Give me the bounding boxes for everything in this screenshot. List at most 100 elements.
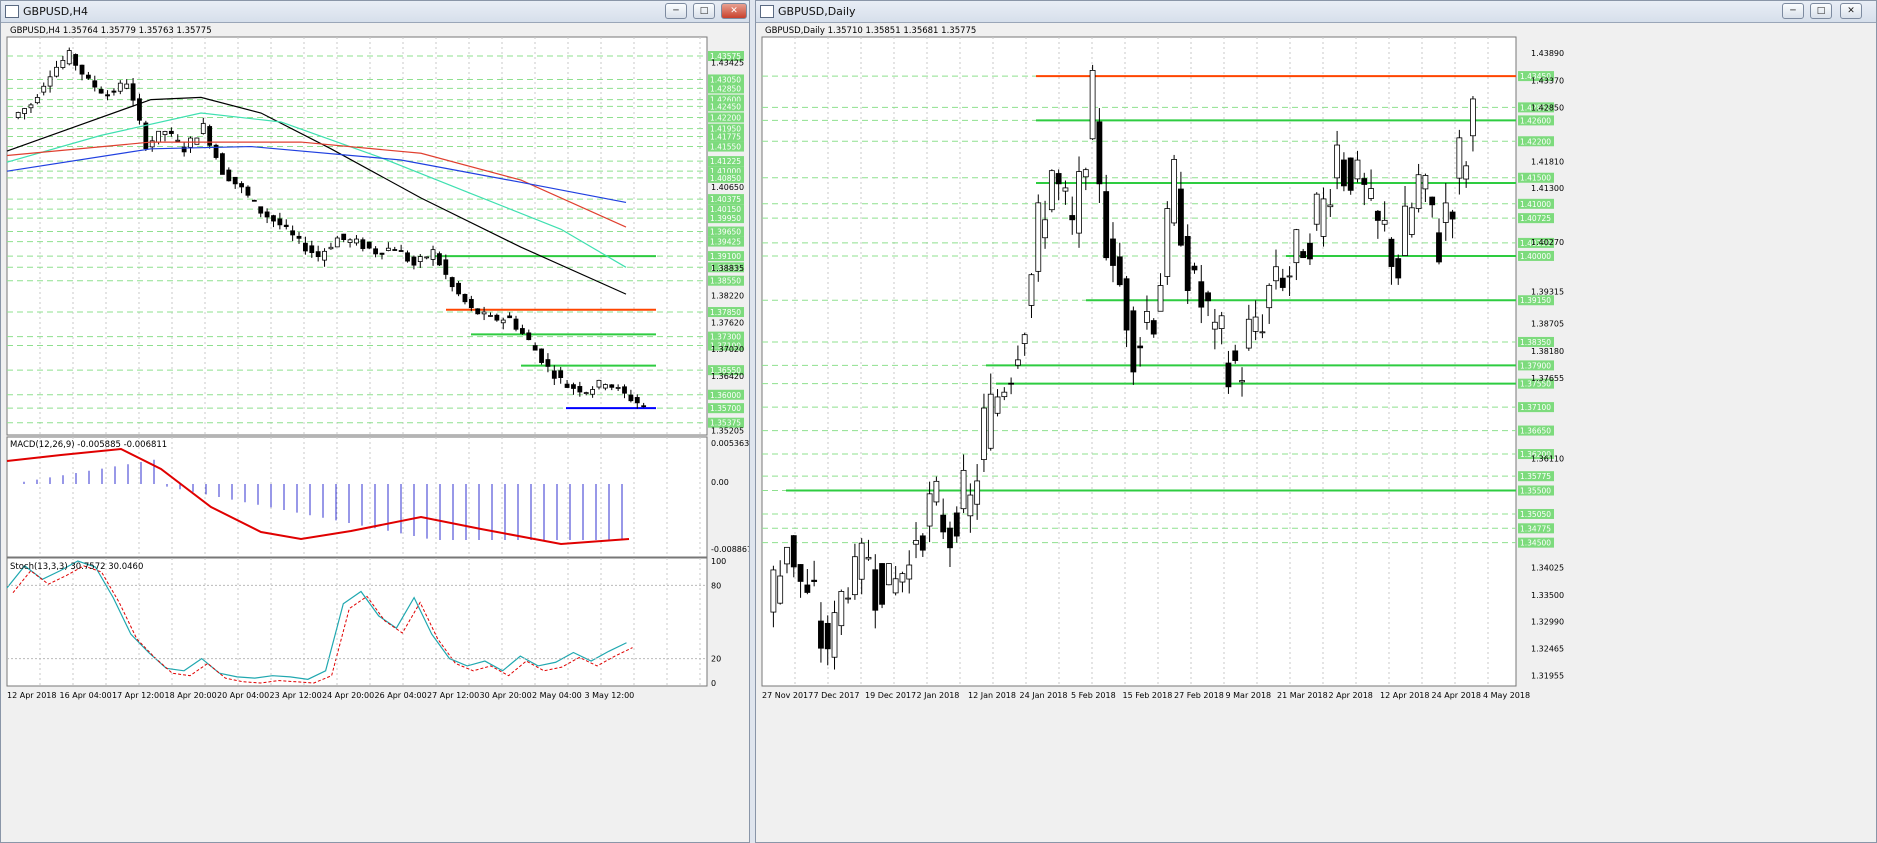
candle-body [615,387,621,389]
candle-body [1150,320,1157,335]
level-label: 1.37100 [1520,403,1551,412]
level-label: 1.43050 [710,75,741,84]
candle-body [1429,196,1436,206]
price-label: 1.38705 [1531,319,1564,328]
window-title: GBPUSD,H4 [23,5,88,18]
price-label: 1.39315 [1531,288,1564,297]
price-label: 1.38220 [711,291,744,300]
candle-body [137,98,142,121]
candle-body [1171,159,1178,224]
candle-body [947,527,953,549]
candle-body [1361,178,1368,185]
candle-body [1042,219,1048,239]
candle-body [1266,284,1273,309]
level-label: 1.42200 [1520,137,1551,146]
candle-body [60,60,66,68]
candle-body [583,392,589,394]
candle-body [28,104,34,109]
candle-body [430,249,436,260]
candle-body [1144,311,1150,323]
close-icon[interactable]: ✕ [1840,3,1862,19]
time-label: 18 Apr 20:00 [165,691,217,700]
time-label: 5 Feb 2018 [1071,691,1116,700]
candle-body [41,85,47,93]
candle-body [1402,205,1408,256]
macd-scale: -0.008867 [711,545,749,554]
candle-body [1048,170,1055,211]
candle-body [220,153,225,175]
minimize-icon[interactable]: ─ [1782,3,1804,19]
candle-body [277,218,283,226]
candle-body [628,394,634,402]
candle-body [513,318,519,330]
minimize-icon[interactable]: ─ [665,3,687,19]
stoch-label: Stoch(13,3,3) 30.7572 30.0460 [10,562,143,572]
level-label: 1.40150 [710,205,741,214]
candle-body [1157,285,1164,312]
maximize-icon[interactable]: □ [693,3,715,19]
candle-body [1327,204,1334,208]
candle-body [818,620,824,649]
chart-header: GBPUSD,Daily 1.35710 1.35851 1.35681 1.3… [765,26,976,36]
level-label: 1.38550 [710,277,741,286]
level-label: 1.35700 [710,404,741,413]
candle-body [1089,70,1096,140]
candle-body [1388,238,1395,267]
candle-body [865,556,872,560]
candle-body [1076,171,1082,234]
level-label: 1.39650 [710,228,741,237]
maximize-icon[interactable]: □ [1810,3,1832,19]
daily-chart-window[interactable]: GBPUSD,Daily ─ □ ✕ 1.43450 1.42850 1.42600… [755,0,1877,843]
title-bar[interactable]: GBPUSD,H4 ─ □ ✕ [1,1,749,23]
h4-chart-area[interactable]: 1.435751.430501.428501.426001.424501.422… [1,23,749,842]
candle-body [1198,281,1205,308]
time-label: 23 Apr 12:00 [270,691,322,700]
daily-chart-area[interactable]: 1.434501.428501.426001.422001.415001.410… [756,23,1876,842]
candle-body [981,407,987,460]
candle-body [987,393,994,449]
candle-body [609,384,615,388]
candle-body [47,76,53,87]
time-label: 24 Apr 2018 [1432,691,1481,700]
candle-body [940,514,947,533]
candle-body [1205,292,1211,302]
candle-body [1442,202,1449,223]
candle-body [777,575,784,604]
title-bar[interactable]: GBPUSD,Daily ─ □ ✕ [756,1,1876,23]
candle-body [1307,242,1313,260]
candle-body [379,252,385,255]
level-label: 1.34500 [1520,539,1551,548]
price-label: 1.31955 [1531,671,1564,680]
time-label: 12 Apr 2018 [1380,691,1429,700]
candle-body [264,211,270,218]
candle-body [239,183,244,188]
candle-body [360,239,366,249]
h4-chart-window[interactable]: GBPUSD,H4 ─ □ ✕ 1.43575 1.43050 1.42850 1.4… [0,0,750,843]
candle-body [1191,265,1198,271]
candle-body [926,493,933,527]
candle-body [622,386,627,394]
candle-body [143,122,149,149]
candle-body [251,199,257,202]
close-icon[interactable]: ✕ [721,3,747,19]
stoch-panel [6,557,708,687]
candle-body [117,82,123,92]
level-label: 1.37850 [710,308,741,317]
candle-body [494,314,500,321]
candle-body [1116,256,1123,286]
level-label: 1.37900 [1520,361,1551,370]
time-label: 2 Jan 2018 [917,691,960,700]
candle-body [851,556,858,596]
candle-body [1456,137,1463,179]
candle-body [417,256,423,263]
candle-body [838,591,845,627]
candle-body [500,319,506,324]
time-label: 12 Jan 2018 [968,691,1016,700]
candle-body [315,251,321,258]
level-label: 1.42450 [710,102,741,111]
candle-body [175,139,181,142]
candle-body [392,249,398,251]
candle-body [1014,359,1021,366]
candle-body [98,89,104,94]
candle-body [960,469,967,510]
